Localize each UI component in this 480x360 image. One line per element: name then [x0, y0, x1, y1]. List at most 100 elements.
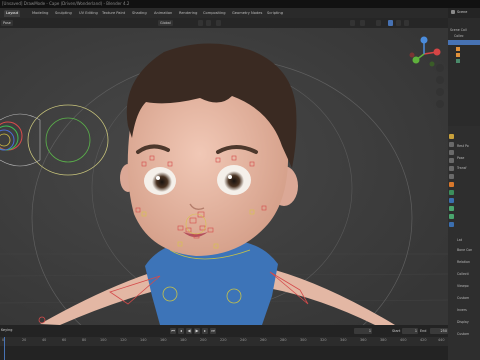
right-panel: Scene Scene Coll Collec Rest Po Pose Tra…: [448, 8, 480, 360]
tab-scripting[interactable]: Scripting: [265, 10, 285, 17]
frame-tick: 320: [320, 338, 327, 342]
keying-label[interactable]: Keying: [1, 328, 12, 332]
outliner[interactable]: Scene Coll Collec: [448, 28, 480, 88]
property-row[interactable]: Custom: [457, 332, 469, 336]
rendered-shading-icon[interactable]: [404, 20, 409, 26]
viewport-header: Pose Select Box Global Pose Options: [0, 18, 448, 32]
frame-tick: 300: [300, 338, 307, 342]
frame-tick: 60: [62, 338, 67, 342]
data-icon[interactable]: [449, 206, 454, 211]
outliner-selected-row[interactable]: [448, 40, 480, 45]
camera-view-icon[interactable]: [436, 88, 444, 96]
viewport-canvas[interactable]: [0, 28, 448, 325]
zoom-icon[interactable]: [436, 64, 444, 72]
play-reverse-icon[interactable]: ◀: [186, 328, 192, 334]
start-label: Start: [392, 329, 401, 333]
solid-shading-icon[interactable]: [388, 20, 393, 26]
object-props-icon[interactable]: [449, 182, 454, 187]
snap-icon[interactable]: [206, 20, 211, 26]
transform-orientation-dropdown[interactable]: Global: [158, 20, 173, 26]
tab-geometry-nodes[interactable]: Geometry Nodes: [230, 10, 264, 17]
property-row[interactable]: Transf: [457, 166, 467, 170]
constraint-icon[interactable]: [449, 198, 454, 203]
property-row[interactable]: Invers: [457, 308, 467, 312]
armature-icon: [456, 47, 460, 51]
next-keyframe-icon[interactable]: ▸: [202, 328, 208, 334]
outliner-row[interactable]: Collec: [454, 34, 464, 38]
bone-icon[interactable]: [449, 214, 454, 219]
tab-animation[interactable]: Animation: [152, 10, 174, 17]
xray-icon[interactable]: [376, 20, 381, 26]
bone-constraint-icon[interactable]: [449, 222, 454, 227]
property-row[interactable]: Custom: [457, 296, 469, 300]
property-row[interactable]: Lat: [457, 238, 462, 242]
right-eye-highlight: [228, 175, 232, 179]
world-icon[interactable]: [449, 174, 454, 179]
property-row[interactable]: Relation: [457, 260, 470, 264]
frame-tick: 40: [42, 338, 47, 342]
frame-tick: 420: [420, 338, 427, 342]
tab-shading[interactable]: Shading: [130, 10, 149, 17]
frame-tick: 100: [100, 338, 107, 342]
playhead[interactable]: [4, 337, 5, 360]
pivot-icon[interactable]: [198, 20, 203, 26]
mesh-icon: [456, 53, 460, 57]
perspective-grid-icon[interactable]: [436, 100, 444, 108]
property-row[interactable]: Viewpo: [457, 284, 469, 288]
scene-props-icon[interactable]: [449, 166, 454, 171]
prev-keyframe-icon[interactable]: ◂: [178, 328, 184, 334]
frame-tick: 220: [220, 338, 227, 342]
frame-tick: 160: [160, 338, 167, 342]
jump-start-icon[interactable]: ⏮: [170, 328, 176, 334]
property-row[interactable]: Pose: [457, 156, 464, 160]
proportional-icon[interactable]: [216, 20, 221, 26]
overlay-icon[interactable]: [350, 20, 355, 26]
workspace-tab-bar: Layout Modeling Sculpting UV Editing Tex…: [0, 8, 480, 18]
frame-tick: 180: [180, 338, 187, 342]
play-icon[interactable]: ▶: [194, 328, 200, 334]
output-icon[interactable]: [449, 150, 454, 155]
3d-viewport[interactable]: [0, 28, 448, 325]
end-frame-field[interactable]: 250: [430, 328, 448, 334]
timeline[interactable]: Keying ⏮ ◂ ◀ ▶ ▸ ⏭ 1 Start 1 End 250 0 2…: [0, 325, 448, 360]
jump-end-icon[interactable]: ⏭: [210, 328, 216, 334]
object-icon: [456, 59, 460, 63]
property-row[interactable]: Collecti: [457, 272, 469, 276]
view-layer-icon[interactable]: [449, 158, 454, 163]
tab-rendering[interactable]: Rendering: [177, 10, 199, 17]
material-shading-icon[interactable]: [396, 20, 401, 26]
end-label: End: [420, 329, 427, 333]
scene-icon: [451, 10, 455, 14]
left-iris: [152, 172, 172, 192]
frame-tick: 400: [400, 338, 407, 342]
pan-hand-icon[interactable]: [436, 76, 444, 84]
property-row[interactable]: Display: [457, 320, 469, 324]
frame-tick: 340: [340, 338, 347, 342]
start-frame-field[interactable]: 1: [402, 328, 418, 334]
properties-editor[interactable]: Rest Po Pose Transf Lat Bone Con Relatio…: [448, 126, 480, 360]
tab-layout[interactable]: Layout: [4, 10, 21, 17]
tab-texture-paint[interactable]: Texture Paint: [100, 10, 127, 17]
scene-label[interactable]: Scene: [457, 10, 467, 14]
gizmo-icon[interactable]: [360, 20, 365, 26]
frame-tick: 360: [360, 338, 367, 342]
mode-dropdown[interactable]: Pose: [1, 20, 13, 26]
tool-icon[interactable]: [449, 134, 454, 139]
frame-tick: 380: [380, 338, 387, 342]
current-frame-field[interactable]: 1: [354, 328, 372, 334]
tab-compositing[interactable]: Compositing: [201, 10, 228, 17]
left-eye-highlight: [156, 176, 160, 180]
property-row[interactable]: Rest Po: [457, 144, 469, 148]
frame-tick: 280: [280, 338, 287, 342]
tab-uv-editing[interactable]: UV Editing: [77, 10, 100, 17]
property-row[interactable]: Bone Con: [457, 248, 472, 252]
tab-modeling[interactable]: Modeling: [30, 10, 50, 17]
tab-sculpting[interactable]: Sculpting: [53, 10, 74, 17]
modifier-icon[interactable]: [449, 190, 454, 195]
render-icon[interactable]: [449, 142, 454, 147]
outliner-row[interactable]: Scene Coll: [450, 28, 467, 32]
frame-tick: 80: [82, 338, 87, 342]
frame-tick: 120: [120, 338, 127, 342]
timeline-ruler[interactable]: 0 20 40 60 80 100 120 140 160 180 200 22…: [0, 337, 448, 346]
window-title: [Unsaved] DrawMode - Cape (Driven/Wonder…: [2, 1, 130, 6]
